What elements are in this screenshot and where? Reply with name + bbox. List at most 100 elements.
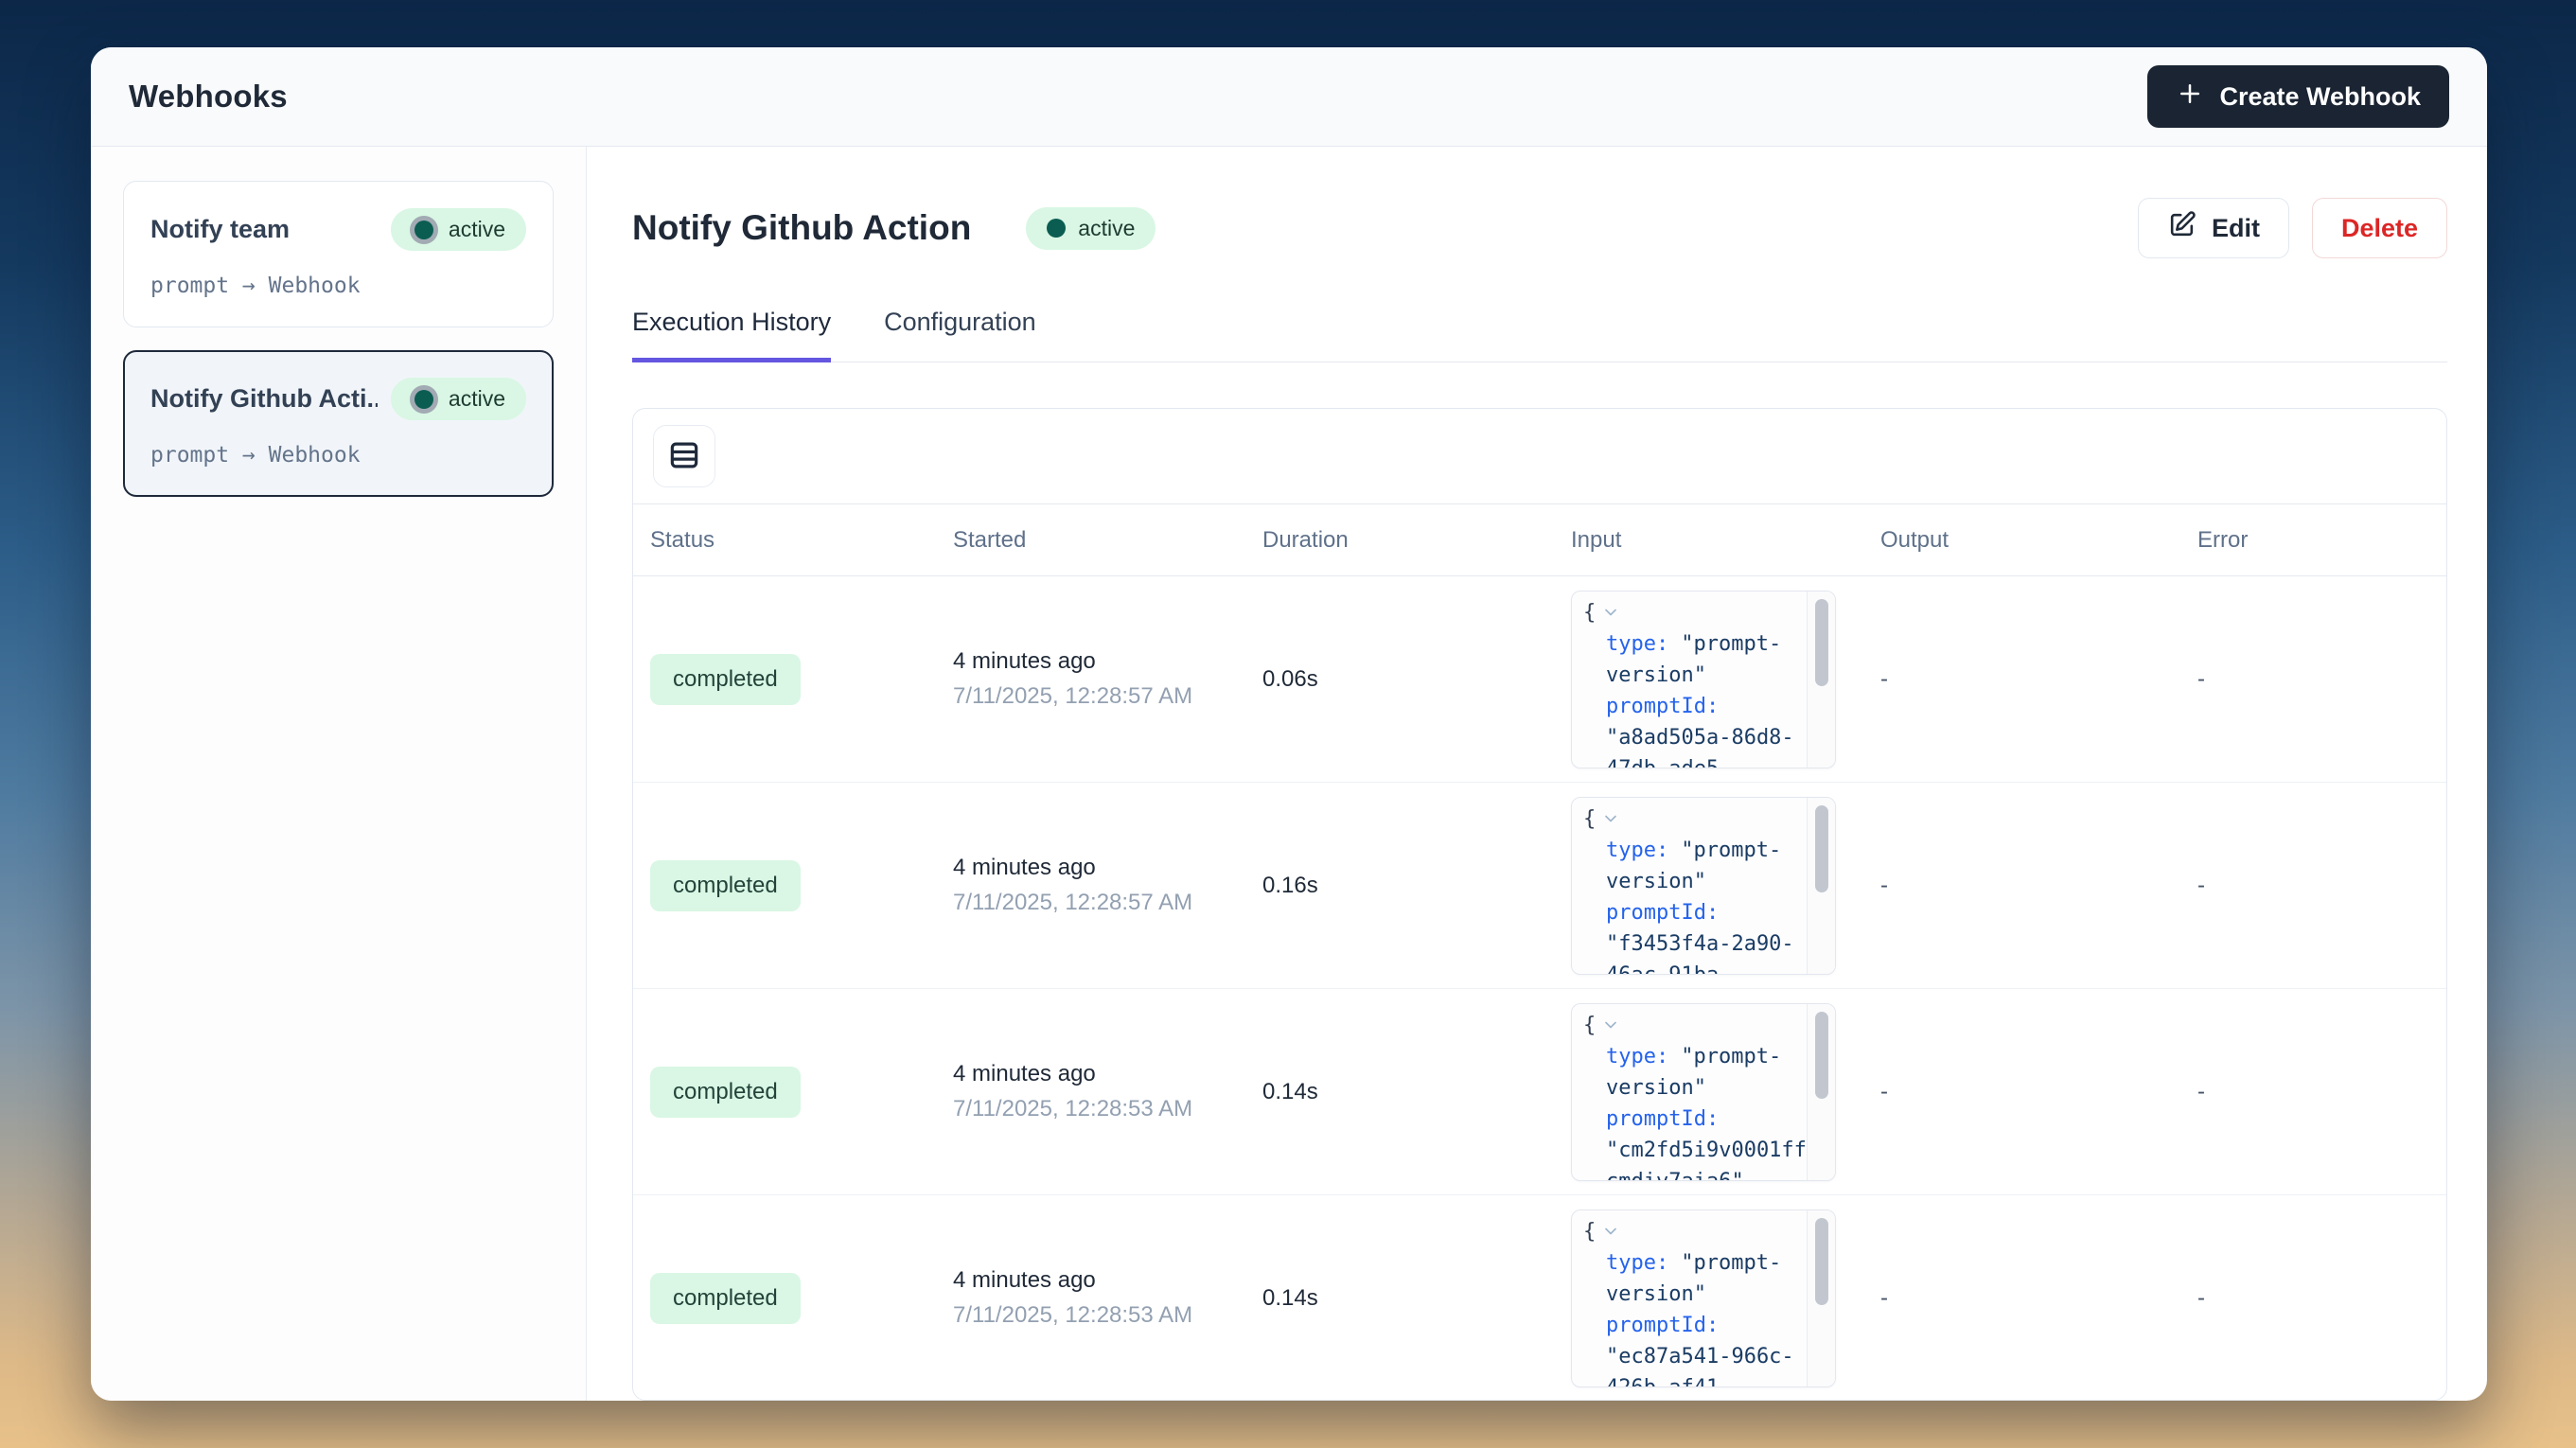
json-scrollbar-thumb[interactable] xyxy=(1815,1012,1828,1099)
completed-badge: completed xyxy=(650,1067,801,1118)
table-rows-icon xyxy=(666,437,702,476)
edit-pencil-icon xyxy=(2167,210,2197,246)
status-badge-label: active xyxy=(449,386,505,412)
execution-row: completed 4 minutes ago 7/11/2025, 12:28… xyxy=(633,1195,2446,1401)
error-cell: - xyxy=(2197,666,2446,693)
json-content: { type: "prompt- version" promptId: xyxy=(1572,1210,1807,1386)
output-value: - xyxy=(1880,1285,1888,1311)
chevron-down-icon[interactable] xyxy=(1601,1015,1620,1034)
error-cell: - xyxy=(2197,1079,2446,1105)
json-scrollbar-thumb[interactable] xyxy=(1815,599,1828,686)
started-relative: 4 minutes ago xyxy=(953,648,1262,675)
window-body: Notify team active prompt → Webhook Noti… xyxy=(91,147,2487,1401)
create-webhook-button[interactable]: Create Webhook xyxy=(2147,65,2449,128)
input-json-viewer[interactable]: { type: "prompt- version" promptId: xyxy=(1571,797,1836,975)
duration-cell: 0.14s xyxy=(1262,1285,1571,1312)
chevron-down-icon[interactable] xyxy=(1601,603,1620,622)
column-header-duration: Duration xyxy=(1262,527,1571,554)
json-scrollbar-thumb[interactable] xyxy=(1815,1218,1828,1305)
json-value-prompt-id-clipped: cmdiv7aia6" xyxy=(1606,1166,1744,1180)
input-cell: { type: "prompt- version" promptId: xyxy=(1571,591,1880,768)
error-cell: - xyxy=(2197,1285,2446,1312)
status-cell: completed xyxy=(650,1273,953,1324)
json-value-prompt-id: "ec87a541-966c- xyxy=(1606,1341,1794,1372)
json-value-prompt-id: "cm2fd5i9v0001ff xyxy=(1606,1135,1807,1166)
json-key-type: type: xyxy=(1606,1041,1668,1072)
json-open-brace: { xyxy=(1583,803,1596,835)
json-key-type: type: xyxy=(1606,628,1668,660)
sidebar-item-notify-team[interactable]: Notify team active prompt → Webhook xyxy=(123,181,554,327)
json-scrollbar[interactable] xyxy=(1807,592,1835,768)
webhook-name: Notify Github Acti... xyxy=(150,384,378,414)
table-body: completed 4 minutes ago 7/11/2025, 12:28… xyxy=(633,576,2446,1401)
chevron-down-icon[interactable] xyxy=(1601,809,1620,828)
input-json-viewer[interactable]: { type: "prompt- version" promptId: xyxy=(1571,591,1836,768)
input-cell: { type: "prompt- version" promptId: xyxy=(1571,1003,1880,1181)
json-value-prompt-id: "f3453f4a-2a90- xyxy=(1606,928,1794,960)
json-value-type-wrap: version" xyxy=(1606,1072,1706,1104)
status-cell: completed xyxy=(650,860,953,911)
chevron-down-icon[interactable] xyxy=(1601,1222,1620,1241)
tab-execution-history[interactable]: Execution History xyxy=(632,308,831,362)
output-cell: - xyxy=(1880,666,2197,693)
status-badge: active xyxy=(1026,207,1156,250)
json-value-type-wrap: version" xyxy=(1606,866,1706,897)
output-value: - xyxy=(1880,666,1888,692)
json-key-type: type: xyxy=(1606,835,1668,866)
duration-cell: 0.16s xyxy=(1262,873,1571,899)
error-value: - xyxy=(2197,666,2205,692)
json-scrollbar[interactable] xyxy=(1807,798,1835,974)
json-scrollbar[interactable] xyxy=(1807,1004,1835,1180)
started-cell: 4 minutes ago 7/11/2025, 12:28:53 AM xyxy=(953,1267,1262,1329)
json-value-prompt-id-clipped: 46ac-91ba xyxy=(1606,960,1719,974)
column-header-started: Started xyxy=(953,527,1262,554)
started-relative: 4 minutes ago xyxy=(953,1061,1262,1087)
status-cell: completed xyxy=(650,1067,953,1118)
json-scrollbar-thumb[interactable] xyxy=(1815,805,1828,892)
completed-badge: completed xyxy=(650,1273,801,1324)
webhooks-window: Webhooks Create Webhook Notify team acti… xyxy=(91,47,2487,1401)
input-json-viewer[interactable]: { type: "prompt- version" promptId: xyxy=(1571,1003,1836,1181)
webhook-list-sidebar: Notify team active prompt → Webhook Noti… xyxy=(91,147,587,1401)
json-content: { type: "prompt- version" promptId: xyxy=(1572,1004,1807,1180)
duration-value: 0.16s xyxy=(1262,873,1318,898)
json-value-type-wrap: version" xyxy=(1606,660,1706,691)
execution-row: completed 4 minutes ago 7/11/2025, 12:28… xyxy=(633,989,2446,1195)
active-dot-icon xyxy=(1047,219,1066,238)
started-absolute: 7/11/2025, 12:28:53 AM xyxy=(953,1302,1262,1329)
delete-button[interactable]: Delete xyxy=(2312,198,2447,258)
json-value-prompt-id: "a8ad505a-86d8- xyxy=(1606,722,1794,753)
table-toolbar xyxy=(633,409,2446,504)
webhook-name: Notify team xyxy=(150,215,290,244)
json-key-prompt-id: promptId: xyxy=(1606,1104,1719,1135)
json-key-prompt-id: promptId: xyxy=(1606,897,1719,928)
completed-badge: completed xyxy=(650,654,801,705)
output-cell: - xyxy=(1880,1285,2197,1312)
detail-header: Notify Github Action active Edit Dele xyxy=(632,198,2447,258)
input-json-viewer[interactable]: { type: "prompt- version" promptId: xyxy=(1571,1210,1836,1387)
completed-badge: completed xyxy=(650,860,801,911)
tab-configuration[interactable]: Configuration xyxy=(884,308,1036,362)
json-open-brace: { xyxy=(1583,597,1596,628)
column-header-output: Output xyxy=(1880,527,2197,554)
delete-button-label: Delete xyxy=(2341,214,2418,243)
webhook-route: prompt → Webhook xyxy=(150,443,526,468)
json-value-type: "prompt- xyxy=(1681,835,1781,866)
error-value: - xyxy=(2197,1079,2205,1104)
webhook-route: prompt → Webhook xyxy=(150,274,526,298)
json-scrollbar[interactable] xyxy=(1807,1210,1835,1386)
edit-button[interactable]: Edit xyxy=(2138,198,2289,258)
webhook-detail-title: Notify Github Action xyxy=(632,208,971,248)
table-view-button[interactable] xyxy=(653,425,715,487)
json-value-type: "prompt- xyxy=(1681,1247,1781,1279)
column-header-input: Input xyxy=(1571,527,1880,554)
error-value: - xyxy=(2197,1285,2205,1311)
json-content: { type: "prompt- version" promptId: xyxy=(1572,592,1807,768)
started-absolute: 7/11/2025, 12:28:57 AM xyxy=(953,683,1262,710)
page-title: Webhooks xyxy=(129,79,288,115)
json-open-brace: { xyxy=(1583,1010,1596,1041)
sidebar-item-notify-github-action[interactable]: Notify Github Acti... active prompt → We… xyxy=(123,350,554,497)
error-cell: - xyxy=(2197,873,2446,899)
status-badge: active xyxy=(391,208,526,251)
started-relative: 4 minutes ago xyxy=(953,1267,1262,1294)
